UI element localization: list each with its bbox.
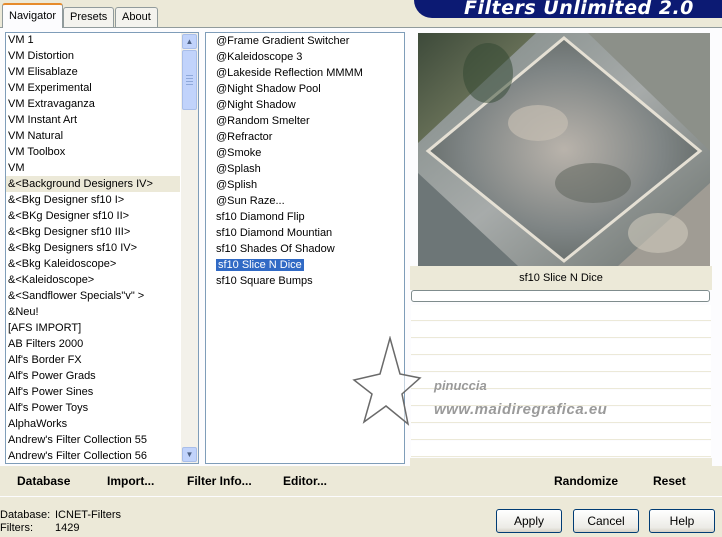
filter-item-label: @Sun Raze... [216,195,285,207]
preview-caption: sf10 Slice N Dice [410,266,712,290]
filter-item[interactable]: sf10 Square Bumps [214,273,402,289]
filter-item-label: @Kaleidoscope 3 [216,51,303,63]
watermark-star-icon [352,335,422,426]
category-scrollbar[interactable]: ▲ ▼ [181,33,198,463]
database-button[interactable]: Database [17,474,70,488]
category-item[interactable]: VM Instant Art [6,112,180,128]
category-item[interactable]: VM Distortion [6,48,180,64]
filter-item[interactable]: @Smoke [214,145,402,161]
category-item[interactable]: VM Extravaganza [6,96,180,112]
category-item[interactable]: &<Bkg Designer sf10 III> [6,224,180,240]
help-button[interactable]: Help [649,509,715,533]
filter-item-label: sf10 Diamond Mountian [216,227,333,239]
filter-item[interactable]: sf10 Slice N Dice [214,257,402,273]
randomize-button[interactable]: Randomize [554,474,618,488]
filter-item[interactable]: @Frame Gradient Switcher [214,33,402,49]
scroll-up-button[interactable]: ▲ [182,34,197,49]
category-item[interactable]: Alf's Power Sines [6,384,180,400]
category-item[interactable]: &<Kaleidoscope> [6,272,180,288]
filter-item-label: @Splash [216,163,261,175]
effect-row [411,322,711,338]
category-item[interactable]: &<Bkg Designers sf10 IV> [6,240,180,256]
category-item[interactable]: &<Bkg Kaleidoscope> [6,256,180,272]
cancel-button[interactable]: Cancel [573,509,639,533]
filter-item-label: @Frame Gradient Switcher [216,35,350,47]
effect-row [411,305,711,321]
filter-item-label: @Night Shadow Pool [216,83,321,95]
import-button[interactable]: Import... [107,474,154,488]
filter-item[interactable]: @Night Shadow [214,97,402,113]
filter-item-label: sf10 Diamond Flip [216,211,305,223]
tab-about[interactable]: About [115,7,158,27]
category-item[interactable]: AB Filters 2000 [6,336,180,352]
filter-item[interactable]: @Night Shadow Pool [214,81,402,97]
filter-item-label: sf10 Square Bumps [216,275,313,287]
category-item[interactable]: [AFS IMPORT] [6,320,180,336]
tab-navigator[interactable]: Navigator [2,3,64,28]
category-item[interactable]: VM 1 [6,32,180,48]
category-item[interactable]: Alf's Power Grads [6,368,180,384]
category-list[interactable]: VM 1 VM Distortion VM Elisablaze VM Experim… [6,32,180,464]
filter-item[interactable]: @Random Smelter [214,113,402,129]
effect-row [411,339,711,355]
filter-item[interactable]: @Lakeside Reflection MMMM [214,65,402,81]
apply-button[interactable]: Apply [496,509,562,533]
scroll-thumb[interactable] [182,50,197,110]
category-item[interactable]: VM Experimental [6,80,180,96]
scroll-down-button[interactable]: ▼ [182,447,197,462]
filter-item[interactable]: @Kaleidoscope 3 [214,49,402,65]
category-item[interactable]: Andrew's Filter Collection 56 [6,448,180,464]
category-item[interactable]: AlphaWorks [6,416,180,432]
tab-presets[interactable]: Presets [63,7,115,27]
editor-button[interactable]: Editor... [283,474,327,488]
database-label: Database: [0,509,51,521]
category-item[interactable]: Andrew's Filter Collection 55 [6,432,180,448]
filter-item[interactable]: @Splash [214,161,402,177]
effect-row [411,424,711,440]
filter-item-label: @Refractor [216,131,273,143]
filter-item[interactable]: sf10 Diamond Flip [214,209,402,225]
category-item[interactable]: VM Elisablaze [6,64,180,80]
filter-item[interactable]: sf10 Diamond Mountian [214,225,402,241]
effect-row [411,441,711,457]
chevron-up-icon: ▲ [185,37,194,46]
database-value: ICNET-Filters [55,509,121,521]
reset-button[interactable]: Reset [653,474,686,488]
progress-bar [411,290,710,302]
category-item[interactable]: VM Toolbox [6,144,180,160]
filter-item-label: @Lakeside Reflection MMMM [216,67,363,79]
filter-info-button[interactable]: Filter Info... [187,474,252,488]
category-item[interactable]: &Neu! [6,304,180,320]
filter-list[interactable]: @Frame Gradient Switcher @Kaleidoscope 3 @… [214,33,402,289]
category-item[interactable]: Alf's Border FX [6,352,180,368]
category-item[interactable]: &<Background Designers IV> [6,176,180,192]
watermark-url: www.maidiregrafica.eu [434,401,608,418]
filter-item[interactable]: sf10 Shades Of Shadow [214,241,402,257]
category-item[interactable]: VM Natural [6,128,180,144]
filter-preview [418,33,710,266]
app-title-banner: Filters Unlimited 2.0 [414,0,722,18]
effect-row [411,356,711,372]
filter-item-label: @Night Shadow [216,99,296,111]
category-item[interactable]: &<Sandflower Specials"v" > [6,288,180,304]
watermark-text: pinuccia [434,378,487,393]
filter-item-label: @Splish [216,179,258,191]
filter-item-label: sf10 Shades Of Shadow [216,243,335,255]
filter-item-label: @Smoke [216,147,262,159]
category-item[interactable]: &<BKg Designer sf10 II> [6,208,180,224]
filter-item[interactable]: @Sun Raze... [214,193,402,209]
filter-item[interactable]: @Splish [214,177,402,193]
category-item[interactable]: VM [6,160,180,176]
chevron-down-icon: ▼ [185,450,194,459]
filter-item-label: sf10 Slice N Dice [216,259,304,271]
filter-item[interactable]: @Refractor [214,129,402,145]
filters-label: Filters: [0,522,33,534]
category-item[interactable]: &<Bkg Designer sf10 I> [6,192,180,208]
filter-item-label: @Random Smelter [216,115,310,127]
category-item[interactable]: Alf's Power Toys [6,400,180,416]
filters-count: 1429 [55,522,80,534]
